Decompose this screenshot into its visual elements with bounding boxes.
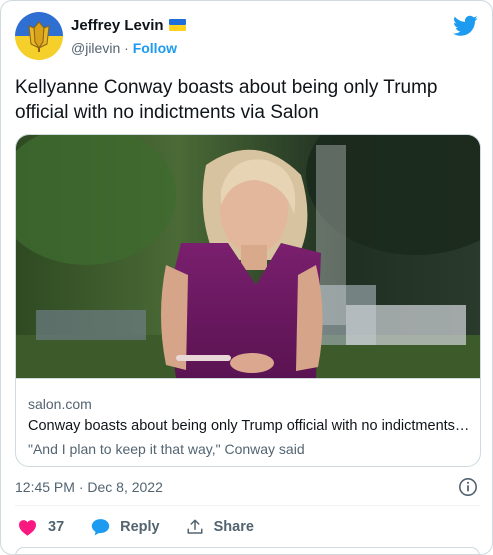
share-icon bbox=[187, 519, 203, 534]
tweet-embed: Jeffrey Levin @jilevin · Follow Kellyann… bbox=[0, 0, 493, 555]
reply-button[interactable]: Reply bbox=[91, 518, 160, 536]
next-section-edge bbox=[15, 547, 480, 554]
info-icon[interactable] bbox=[458, 477, 478, 497]
like-button[interactable]: 37 bbox=[18, 519, 64, 536]
tweet-text: Kellyanne Conway boasts about being only… bbox=[15, 77, 438, 123]
link-preview-card[interactable]: salon.com Conway boasts about being only… bbox=[15, 134, 481, 467]
avatar-crest-icon bbox=[15, 12, 63, 60]
twitter-bird-icon[interactable] bbox=[453, 15, 478, 37]
card-image bbox=[16, 135, 480, 378]
share-label: Share bbox=[213, 519, 254, 535]
like-count: 37 bbox=[48, 519, 65, 535]
author-name-row[interactable]: Jeffrey Levin bbox=[71, 17, 186, 34]
share-button[interactable]: Share bbox=[186, 518, 254, 536]
heart-icon bbox=[19, 519, 36, 536]
card-domain: salon.com bbox=[28, 396, 92, 412]
avatar[interactable] bbox=[15, 12, 63, 60]
author-name[interactable]: Jeffrey Levin bbox=[71, 17, 164, 34]
meta-separator: · bbox=[124, 40, 129, 56]
tweet-timestamp[interactable]: 12:45 PM · Dec 8, 2022 bbox=[15, 479, 163, 495]
author-meta: @jilevin · Follow bbox=[71, 40, 177, 56]
card-body: salon.com Conway boasts about being only… bbox=[16, 378, 480, 466]
divider bbox=[15, 505, 480, 506]
card-description: "And I plan to keep it that way," Conway… bbox=[28, 441, 305, 457]
follow-button[interactable]: Follow bbox=[133, 40, 177, 56]
reply-bubble-icon bbox=[91, 519, 110, 536]
ukraine-flag-icon bbox=[168, 19, 186, 31]
card-title[interactable]: Conway boasts about being only Trump off… bbox=[28, 418, 470, 434]
reply-label: Reply bbox=[120, 519, 160, 535]
author-handle[interactable]: @jilevin bbox=[71, 40, 120, 56]
action-bar: 37 Reply Share bbox=[15, 515, 254, 539]
